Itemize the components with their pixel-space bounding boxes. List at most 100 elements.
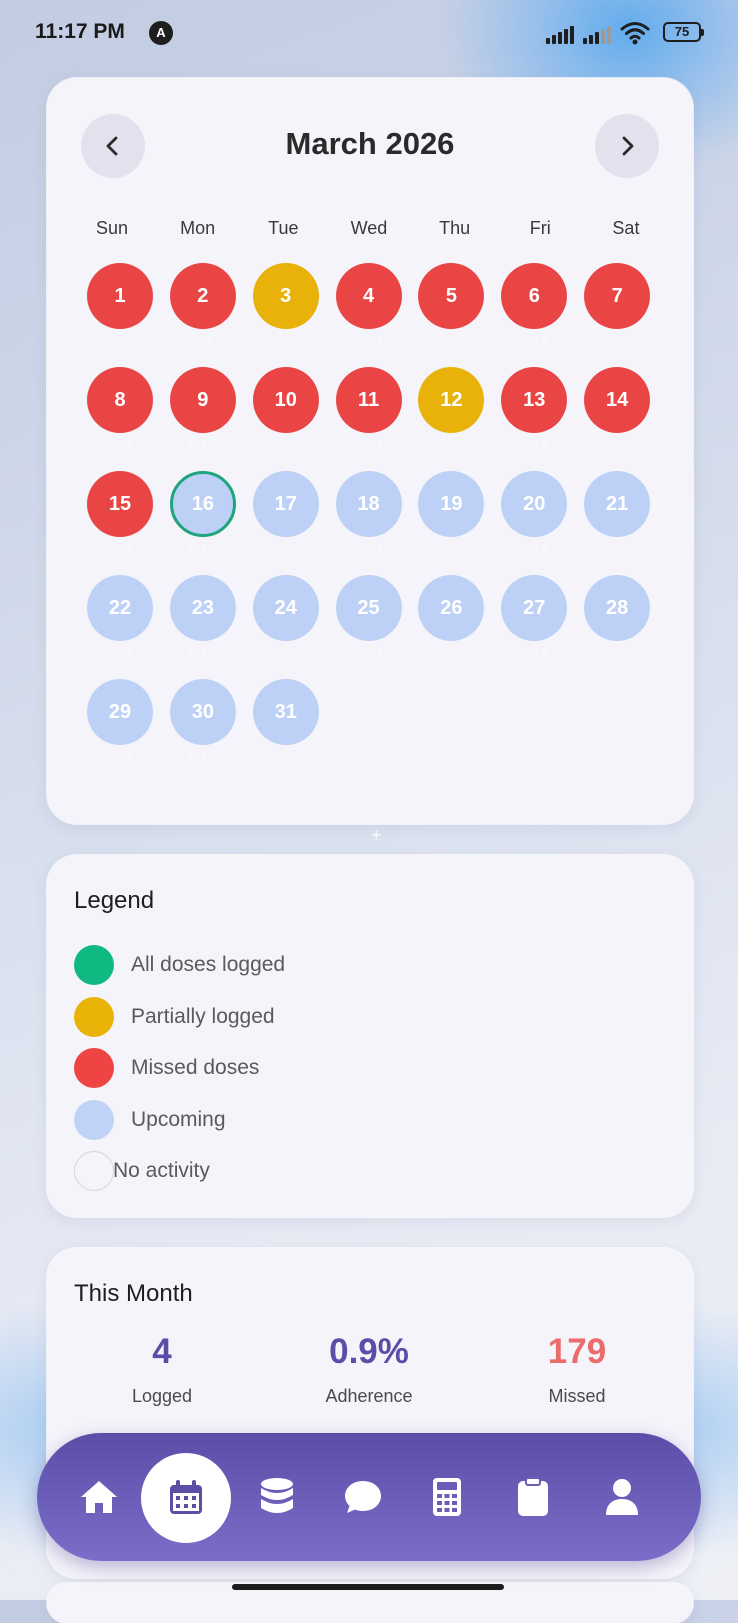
day-number[interactable]: 18 xyxy=(335,471,402,537)
day-number[interactable]: 26 xyxy=(418,575,485,641)
empty-circle-icon xyxy=(74,1151,114,1191)
day-number[interactable]: 30 xyxy=(169,679,236,745)
dose-count: 0/15 xyxy=(189,749,217,765)
dose-count: 0/16 xyxy=(603,333,631,349)
calendar-day[interactable]: 5 0/15 xyxy=(410,263,492,369)
calendar-day[interactable]: 16 0/15 xyxy=(162,471,244,577)
calendar-day[interactable]: 20 0/14 xyxy=(493,471,575,577)
calendar-day[interactable]: 26 0/15 xyxy=(410,575,492,681)
legend-title: Legend xyxy=(74,887,155,914)
calendar-day[interactable]: 23 0/15 xyxy=(162,575,244,681)
calendar-day[interactable]: 19 0/15 xyxy=(410,471,492,577)
calendar-day[interactable]: 4 0/14 xyxy=(328,263,410,369)
calendar-day[interactable]: 21 0/15 xyxy=(576,471,658,577)
calendar-day[interactable]: 28 0/15 xyxy=(576,575,658,681)
day-number[interactable]: 22 xyxy=(87,575,153,641)
day-number[interactable]: 28 xyxy=(584,575,651,641)
nav-home[interactable] xyxy=(59,1457,139,1537)
weekday-label: Mon xyxy=(180,218,216,238)
home-icon xyxy=(81,1481,117,1513)
dose-count: 0/2 xyxy=(110,333,130,349)
stat-logged: 4 Logged xyxy=(62,1332,262,1407)
stat-label: Logged xyxy=(131,1386,193,1406)
stat-value: 179 xyxy=(547,1332,607,1371)
calendar-day[interactable]: 10 0/15 xyxy=(245,367,327,473)
dose-count: 0/14 xyxy=(354,541,383,557)
day-number[interactable]: 4 xyxy=(335,263,402,329)
calendar-day[interactable]: 31 0/15 xyxy=(245,679,327,785)
calendar-day[interactable]: 13 0/14 xyxy=(493,367,575,473)
day-number[interactable]: 3 xyxy=(252,263,319,329)
day-number[interactable]: 16 xyxy=(169,471,236,537)
calendar-day[interactable]: 6 0/14 xyxy=(493,263,575,369)
day-number[interactable]: 14 xyxy=(584,367,651,433)
status-bar: 11:17 PM A 75 xyxy=(0,0,738,66)
nav-profile[interactable] xyxy=(582,1457,662,1537)
day-number[interactable]: 15 xyxy=(87,471,153,537)
nav-calendar[interactable] xyxy=(141,1453,231,1543)
day-number[interactable]: 31 xyxy=(252,679,319,745)
nav-chat[interactable] xyxy=(323,1457,403,1537)
day-number[interactable]: 27 xyxy=(501,575,568,641)
navigation-app-icon: A xyxy=(149,21,173,45)
calendar-day[interactable]: 17 0/15 xyxy=(245,471,327,577)
calendar-day[interactable]: 8 0/14 xyxy=(79,367,161,473)
day-number[interactable]: 5 xyxy=(418,263,485,329)
dose-count: 0/14 xyxy=(106,645,134,661)
legend-label: Missed doses xyxy=(131,1056,260,1079)
day-number[interactable]: 20 xyxy=(501,471,568,537)
signal-strength-icon-sim2 xyxy=(583,22,613,44)
legend-label: No activity xyxy=(113,1159,210,1182)
stat-adherence: 0.9% Adherence xyxy=(269,1332,469,1407)
day-number[interactable]: 12 xyxy=(418,367,485,433)
legend-item-missed: Missed doses xyxy=(74,1048,574,1088)
day-number[interactable]: 29 xyxy=(87,679,153,745)
calendar-day[interactable]: 18 0/14 xyxy=(328,471,410,577)
calendar-day[interactable]: 14 0/15 xyxy=(576,367,658,473)
calendar-day[interactable]: 30 0/15 xyxy=(162,679,244,785)
calendar-day[interactable]: 25 0/14 xyxy=(328,575,410,681)
next-month-button[interactable] xyxy=(595,114,659,178)
calculator-icon xyxy=(433,1478,461,1516)
calendar-day[interactable]: 15 0/14 xyxy=(79,471,161,577)
day-number[interactable]: 21 xyxy=(584,471,651,537)
home-indicator xyxy=(232,1584,504,1590)
weekday-label: Thu xyxy=(439,218,471,238)
calendar-day[interactable]: 22 0/14 xyxy=(79,575,161,681)
calendar-day[interactable]: 12 1/15 xyxy=(410,367,492,473)
nav-calculator[interactable] xyxy=(407,1457,487,1537)
legend-item-all-logged: All doses logged xyxy=(74,945,574,985)
dose-count: 0/14 xyxy=(520,645,548,661)
day-number[interactable]: 11 xyxy=(335,367,402,433)
day-number[interactable]: 24 xyxy=(252,575,319,641)
calendar-day[interactable]: 1 0/2 xyxy=(79,263,161,369)
day-number[interactable]: 23 xyxy=(169,575,236,641)
nav-clipboard[interactable] xyxy=(493,1457,573,1537)
day-number[interactable]: 10 xyxy=(252,367,319,433)
day-number[interactable]: 17 xyxy=(252,471,319,537)
stat-value: 0.9% xyxy=(329,1332,409,1371)
calendar-day[interactable]: 3 3/15 xyxy=(245,263,327,369)
calendar-day[interactable]: 7 0/16 xyxy=(576,263,658,369)
calendar-day[interactable]: 24 0/15 xyxy=(245,575,327,681)
day-number[interactable]: 9 xyxy=(169,367,236,433)
dose-count: 0/15 xyxy=(272,645,300,661)
day-number[interactable]: 13 xyxy=(501,367,568,433)
day-number[interactable]: 2 xyxy=(169,263,236,329)
dose-count: 0/15 xyxy=(437,541,466,557)
day-number[interactable]: 1 xyxy=(87,263,153,329)
day-number[interactable]: 6 xyxy=(501,263,568,329)
day-number[interactable]: 25 xyxy=(335,575,402,641)
calendar-day[interactable]: 27 0/14 xyxy=(493,575,575,681)
dose-count: 0/14 xyxy=(520,333,548,349)
day-number[interactable]: 19 xyxy=(418,471,485,537)
calendar-day[interactable]: 2 0/3 xyxy=(162,263,244,369)
dose-count: 0/14 xyxy=(106,541,134,557)
day-number[interactable]: 8 xyxy=(87,367,153,433)
dose-count: 0/15 xyxy=(437,645,466,661)
calendar-day[interactable]: 9 0/15 xyxy=(162,367,244,473)
nav-database[interactable] xyxy=(237,1457,317,1537)
calendar-day[interactable]: 11 0/14 xyxy=(328,367,410,473)
day-number[interactable]: 7 xyxy=(584,263,651,329)
calendar-day[interactable]: 29 0/14 xyxy=(79,679,161,785)
